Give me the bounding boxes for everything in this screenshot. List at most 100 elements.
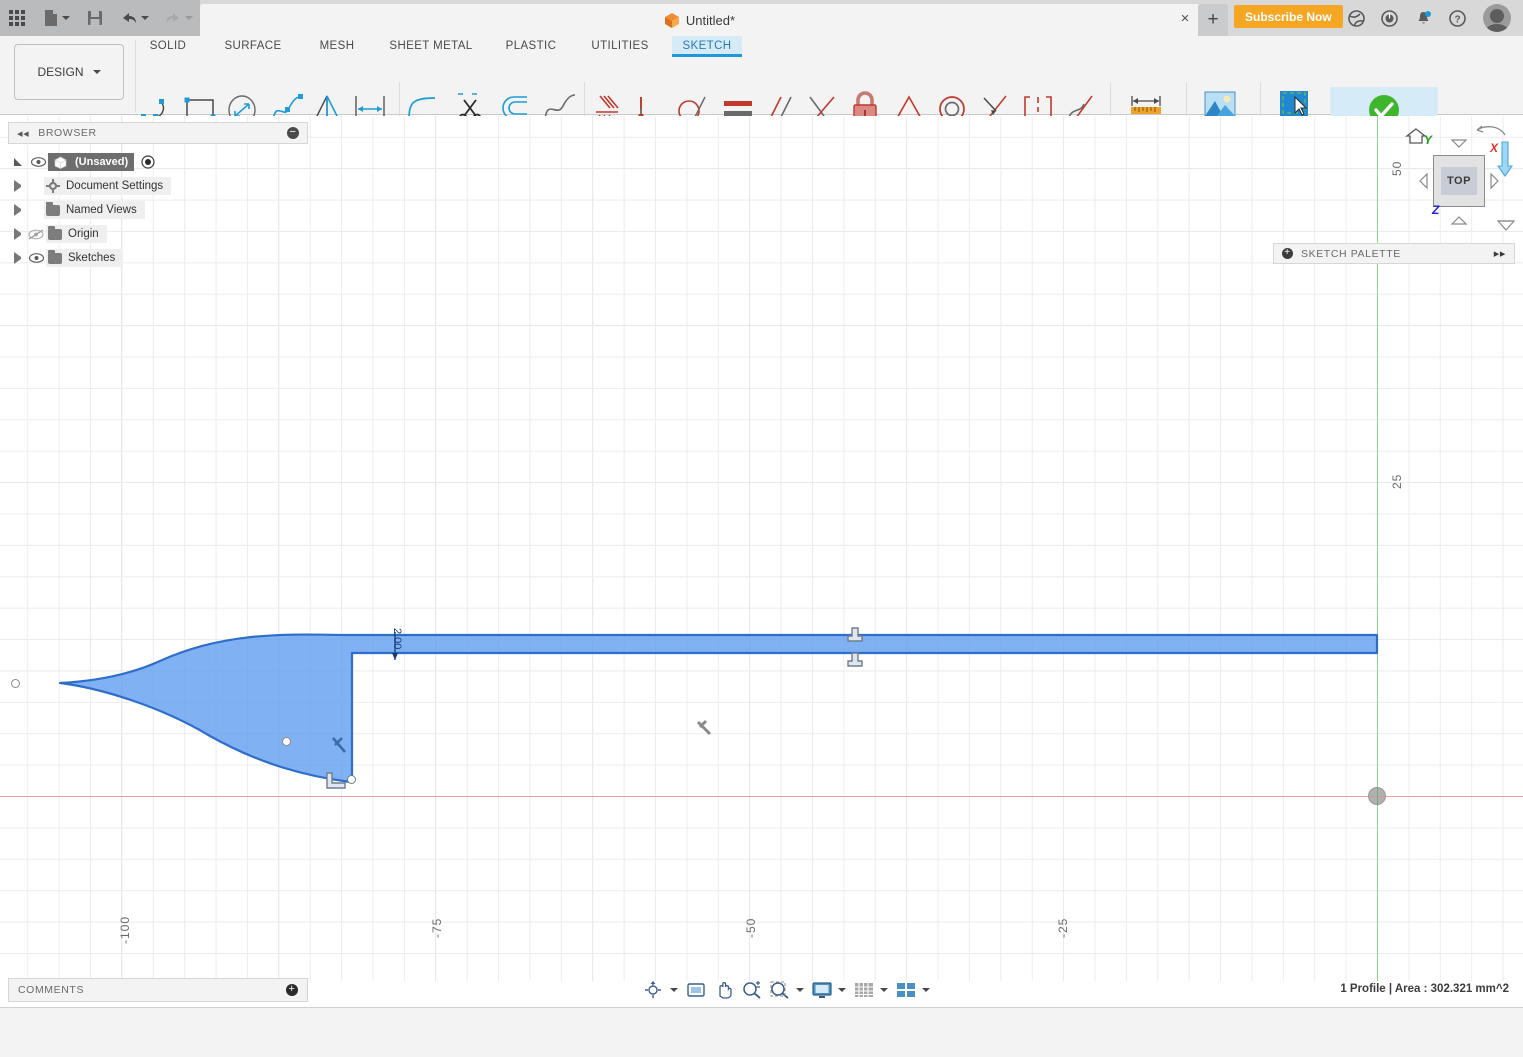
title-bar: Untitled* × + Subscribe Now ? xyxy=(0,0,1523,36)
app-grid-icon[interactable] xyxy=(0,0,34,36)
grid-snaps[interactable] xyxy=(850,978,892,1002)
expand-arrow-icon[interactable] xyxy=(14,204,26,216)
tab-utilities[interactable]: UTILITIES xyxy=(586,36,654,56)
collaborate-icon[interactable] xyxy=(1344,6,1368,30)
expand-palette-icon[interactable]: ▸▸ xyxy=(1494,247,1506,260)
ruler-label-y: 25 xyxy=(1390,473,1404,489)
sketch-palette-bar[interactable]: + SKETCH PALETTE ▸▸ xyxy=(1273,243,1515,264)
notifications-icon[interactable] xyxy=(1411,6,1435,30)
undo-icon[interactable] xyxy=(112,0,156,36)
coincident-point[interactable] xyxy=(347,775,356,784)
ruler-label-y: 50 xyxy=(1390,160,1404,176)
axis-label-z: Z xyxy=(1432,203,1440,217)
coincident-point[interactable] xyxy=(11,679,20,688)
expand-arrow-icon[interactable] xyxy=(14,228,26,240)
orbit-arrow-icon[interactable] xyxy=(1496,140,1514,178)
tangent-constraint-marker[interactable] xyxy=(846,651,864,676)
visibility-eye-icon[interactable] xyxy=(26,253,46,263)
sidebar-item-label: Document Settings xyxy=(66,180,164,192)
chevron-down-icon xyxy=(838,988,846,992)
visibility-eye-icon[interactable] xyxy=(28,157,48,167)
browser-root-node[interactable]: (Unsaved) xyxy=(48,153,135,171)
perpendicular-constraint-marker[interactable] xyxy=(696,719,714,742)
sidebar-item-named-views[interactable]: Named Views xyxy=(8,198,308,222)
subscribe-now-button[interactable]: Subscribe Now xyxy=(1234,5,1343,28)
view-cube-arrow-up[interactable] xyxy=(1450,138,1468,148)
orbit-tool[interactable] xyxy=(640,978,682,1002)
look-at-tool[interactable] xyxy=(682,978,710,1002)
browser-root-row[interactable]: (Unsaved) xyxy=(8,150,308,174)
orbit-ccw-icon[interactable] xyxy=(1473,123,1509,139)
tab-plastic[interactable]: PLASTIC xyxy=(500,36,562,56)
save-icon[interactable] xyxy=(78,0,112,36)
new-file-icon[interactable] xyxy=(34,0,78,36)
coincident-point[interactable] xyxy=(282,737,291,746)
view-cube[interactable]: TOP xyxy=(1433,155,1485,207)
home-view-icon[interactable] xyxy=(1405,127,1427,144)
fusion-cube-icon xyxy=(664,13,679,28)
tab-surface[interactable]: SURFACE xyxy=(217,36,289,56)
help-icon[interactable]: ? xyxy=(1445,6,1469,30)
sidebar-item-sketches[interactable]: Sketches xyxy=(8,246,308,270)
ribbon-toolbar: DESIGN SOLID SURFACE MESH SHEET METAL PL… xyxy=(0,36,1523,146)
collapse-panel-icon[interactable]: ◂◂ xyxy=(17,127,29,140)
add-comment-icon[interactable]: + xyxy=(286,984,298,996)
close-tab-button[interactable]: × xyxy=(1175,8,1195,28)
redo-icon[interactable] xyxy=(156,0,200,36)
minimize-icon[interactable]: − xyxy=(287,127,299,139)
viewports[interactable] xyxy=(892,978,934,1002)
zoom-window-tool[interactable] xyxy=(766,978,808,1002)
radio-toggle-icon[interactable] xyxy=(137,155,159,169)
ruler-label-x: -50 xyxy=(744,917,758,938)
status-bar-text: 1 Profile | Area : 302.321 mm^2 xyxy=(1340,983,1509,995)
comments-title: COMMENTS xyxy=(18,984,85,996)
view-cube-arrow-down[interactable] xyxy=(1450,215,1468,225)
quick-access-toolbar xyxy=(0,0,200,36)
sketch-palette-title: SKETCH PALETTE xyxy=(1301,247,1401,260)
fix-constraint-marker[interactable] xyxy=(324,771,350,798)
comments-panel[interactable]: COMMENTS + xyxy=(8,978,308,1002)
sidebar-item-label: Named Views xyxy=(66,204,137,216)
sidebar-item-origin[interactable]: Origin xyxy=(8,222,308,246)
expand-arrow-icon[interactable] xyxy=(8,156,28,168)
timeline-bar xyxy=(0,1007,1523,1057)
perpendicular-constraint-marker[interactable] xyxy=(330,736,350,761)
sidebar-item-label: Origin xyxy=(68,228,99,240)
view-cube-menu-icon[interactable] xyxy=(1496,218,1516,232)
view-cube-arrow-left[interactable] xyxy=(1418,172,1428,190)
workspace-switcher-button[interactable]: DESIGN xyxy=(14,44,124,100)
dimension-value: 2.00 xyxy=(391,628,403,650)
pan-tool[interactable] xyxy=(710,978,738,1002)
account-avatar[interactable] xyxy=(1483,4,1511,32)
chevron-down-icon xyxy=(880,988,888,992)
svg-text:?: ? xyxy=(1454,14,1460,25)
tab-sheet-metal[interactable]: SHEET METAL xyxy=(385,36,477,56)
add-icon[interactable]: + xyxy=(1282,248,1293,259)
tab-sketch[interactable]: SKETCH xyxy=(672,36,742,57)
browser-title: BROWSER xyxy=(38,127,97,139)
display-settings[interactable] xyxy=(808,978,850,1002)
expand-arrow-icon[interactable] xyxy=(14,180,26,192)
axis-label-y: Y xyxy=(1424,133,1433,147)
document-title: Untitled* xyxy=(685,12,736,28)
design-label: DESIGN xyxy=(37,65,84,79)
dimension-annotation[interactable]: 2.00 xyxy=(391,628,418,671)
document-tab[interactable]: Untitled* xyxy=(200,4,1200,36)
browser-header: ◂◂ BROWSER − xyxy=(8,122,308,144)
zoom-tool[interactable] xyxy=(738,978,766,1002)
view-cube-face-top[interactable]: TOP xyxy=(1441,167,1477,195)
visibility-eye-off-icon[interactable] xyxy=(26,228,46,240)
folder-icon xyxy=(48,249,62,264)
job-status-icon[interactable] xyxy=(1377,6,1401,30)
ruler-label-x: -25 xyxy=(1056,917,1070,938)
folder-icon xyxy=(46,201,60,216)
browser-panel: ◂◂ BROWSER − (Unsaved) Document Settings… xyxy=(8,122,308,270)
new-tab-button[interactable]: + xyxy=(1198,4,1228,36)
tab-mesh[interactable]: MESH xyxy=(311,36,363,56)
expand-arrow-icon[interactable] xyxy=(14,252,26,264)
tangent-constraint-marker[interactable] xyxy=(846,626,864,651)
navigation-toolbar xyxy=(640,978,934,1002)
sidebar-item-document-settings[interactable]: Document Settings xyxy=(8,174,308,198)
folder-icon xyxy=(48,225,62,240)
tab-solid[interactable]: SOLID xyxy=(143,36,193,56)
